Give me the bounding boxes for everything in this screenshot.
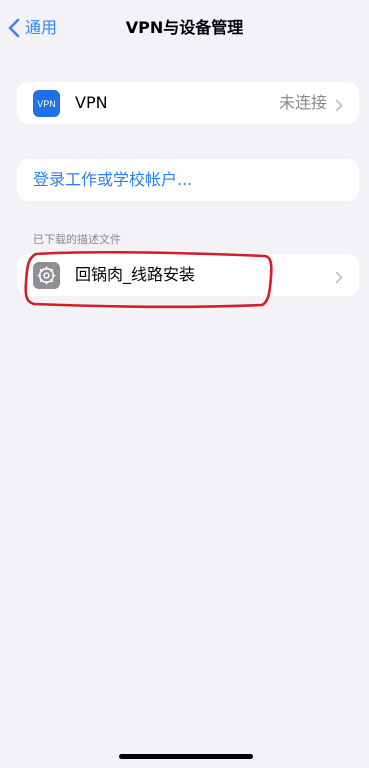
vpn-icon-text: VPN (37, 98, 56, 109)
home-indicator[interactable] (119, 754, 253, 759)
profiles-section-header: 已下载的描述文件 (33, 233, 121, 246)
vpn-label: VPN (75, 93, 108, 112)
profile-label: 回锅肉_线路安装 (75, 265, 196, 284)
nav-bar: 通用 VPN与设备管理 (0, 0, 369, 56)
login-work-school-account[interactable]: 登录工作或学校帐户... (17, 159, 359, 201)
login-account-link[interactable]: 登录工作或学校帐户... (33, 159, 192, 201)
vpn-icon: VPN (33, 90, 60, 117)
chevron-right-icon (335, 269, 343, 284)
vpn-row[interactable]: VPN VPN 未连接 (17, 82, 359, 124)
profile-row[interactable]: 回锅肉_线路安装 (17, 254, 359, 296)
chevron-right-icon (335, 97, 343, 112)
gear-icon (33, 262, 60, 289)
vpn-status: 未连接 (278, 93, 327, 112)
page-title: VPN与设备管理 (125, 18, 244, 37)
